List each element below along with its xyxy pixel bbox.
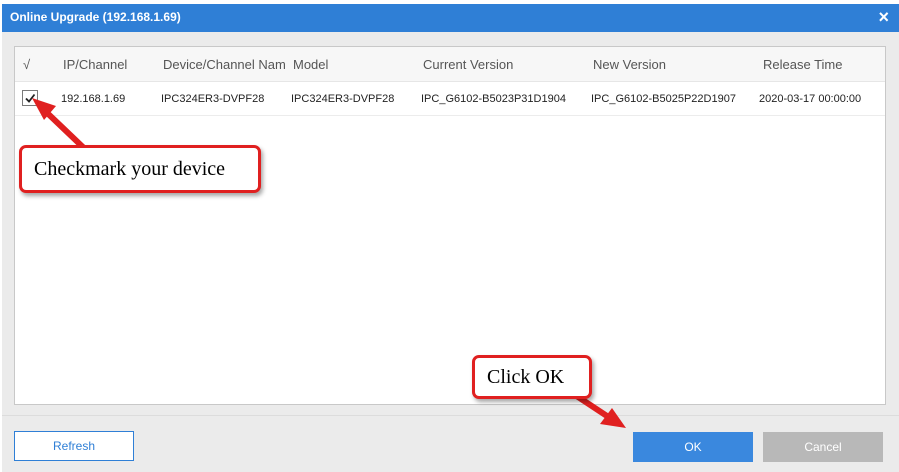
refresh-button[interactable]: Refresh	[14, 431, 134, 461]
device-list-panel: √ IP/Channel Device/Channel Nam Model Cu…	[14, 46, 886, 405]
device-checkbox[interactable]	[22, 90, 38, 106]
cell-new-version: IPC_G6102-B5025P22D1907	[591, 93, 736, 105]
column-header-current-version[interactable]: Current Version	[423, 57, 513, 72]
column-header-new-version[interactable]: New Version	[593, 57, 666, 72]
column-header-release-time[interactable]: Release Time	[763, 57, 842, 72]
ok-button[interactable]: OK	[633, 432, 753, 462]
column-header-ip-channel[interactable]: IP/Channel	[63, 57, 127, 72]
close-icon[interactable]: ×	[878, 7, 889, 27]
title-bar: Online Upgrade (192.168.1.69) ×	[2, 4, 899, 32]
table-row[interactable]: 192.168.1.69 IPC324ER3-DVPF28 IPC324ER3-…	[15, 83, 885, 116]
cell-device-channel-name: IPC324ER3-DVPF28	[161, 93, 265, 105]
online-upgrade-dialog: Online Upgrade (192.168.1.69) × √ IP/Cha…	[2, 4, 899, 472]
annotation-checkmark-your-device: Checkmark your device	[19, 145, 261, 193]
dialog-title: Online Upgrade (192.168.1.69)	[10, 10, 181, 24]
footer-divider	[2, 415, 899, 416]
cell-ip-channel: 192.168.1.69	[61, 93, 126, 105]
annotation-click-ok: Click OK	[472, 355, 592, 399]
column-header-model[interactable]: Model	[293, 57, 328, 72]
cell-release-time: 2020-03-17 00:00:00	[759, 93, 862, 105]
column-header-select[interactable]: √	[23, 57, 30, 72]
cell-current-version: IPC_G6102-B5023P31D1904	[421, 93, 566, 105]
table-header: √ IP/Channel Device/Channel Nam Model Cu…	[15, 47, 885, 82]
checkmark-icon	[25, 93, 36, 103]
cell-model: IPC324ER3-DVPF28	[291, 93, 395, 105]
column-header-device-channel-name[interactable]: Device/Channel Nam	[163, 57, 286, 72]
cancel-button[interactable]: Cancel	[763, 432, 883, 462]
